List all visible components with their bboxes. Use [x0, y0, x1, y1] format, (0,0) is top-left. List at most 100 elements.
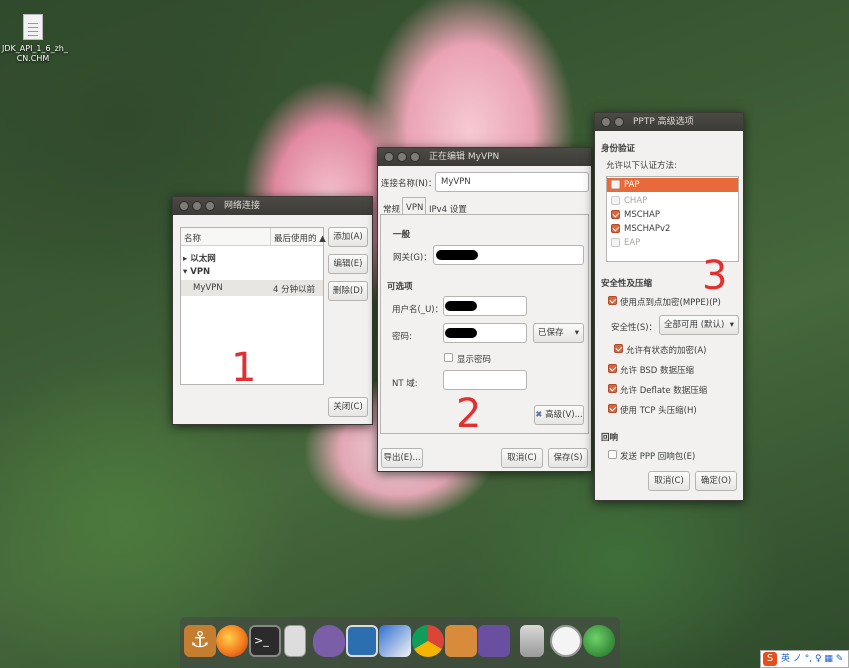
minimize-window-icon[interactable]: [192, 201, 202, 211]
remote-desktop-icon[interactable]: [379, 625, 411, 657]
pidgin-icon[interactable]: [313, 625, 345, 657]
stateful-encryption-checkbox[interactable]: [614, 344, 623, 353]
username-label: 用户名(_U)：: [392, 305, 444, 315]
pap-checkbox[interactable]: [611, 180, 620, 189]
connection-name: MyVPN: [193, 283, 223, 293]
input-method-tray[interactable]: S 英 ノ °, ♀ ▦ ✎: [760, 650, 849, 668]
ppp-echo-checkbox[interactable]: [608, 450, 617, 459]
mppe-checkbox[interactable]: [608, 296, 617, 305]
titlebar[interactable]: PPTP 高级选项: [595, 113, 743, 131]
network-connections-window: 网络连接 名称 最后使用的 ▲ ▸ 以太网 ▾ VPN MyVPN 4 分钟以前…: [172, 196, 373, 425]
close-button[interactable]: 关闭(C): [328, 397, 368, 417]
chap-checkbox[interactable]: [611, 196, 620, 205]
trash-icon[interactable]: [520, 625, 544, 657]
maximize-window-icon[interactable]: [410, 152, 420, 162]
clock-icon[interactable]: [550, 625, 582, 657]
tcp-header-compression-label: 使用 TCP 头压缩(H): [620, 406, 697, 416]
document-icon: [23, 14, 43, 40]
security-heading: 安全性及压缩: [601, 279, 653, 289]
firefox-icon[interactable]: [216, 625, 248, 657]
list-item[interactable]: MyVPN 4 分钟以前: [181, 280, 323, 296]
show-password-label: 显示密码: [457, 355, 492, 365]
deflate-compression-label: 允许 Deflate 数据压缩: [620, 386, 708, 396]
nt-domain-label: NT 域:: [392, 379, 418, 389]
edit-vpn-window: 正在编辑 MyVPN 连接名称(N)： MyVPN 常规 VPN IPv4 设置…: [377, 147, 592, 472]
desktop-file-label: JDK_API_1_6_zh_ CN.CHM: [2, 44, 68, 63]
terminal-icon[interactable]: >_: [249, 625, 281, 657]
stateful-encryption-label: 允许有状态的加密(A): [626, 346, 707, 356]
pptp-advanced-window: PPTP 高级选项 身份验证 允许以下认证方法: PAP CHAP MSCHAP…: [594, 112, 744, 501]
connection-name-input[interactable]: MyVPN: [435, 172, 589, 192]
annotation-number-1: 1: [231, 345, 257, 391]
auth-method-list[interactable]: PAP CHAP MSCHAP MSCHAPv2 EAP: [606, 176, 739, 262]
eap-checkbox[interactable]: [611, 238, 620, 247]
window-title: 网络连接: [224, 201, 261, 211]
cancel-button[interactable]: 取消(C): [501, 448, 543, 468]
list-item[interactable]: PAP: [607, 178, 738, 192]
file-manager-icon[interactable]: [445, 625, 477, 657]
close-window-icon[interactable]: [179, 201, 189, 211]
window-title: PPTP 高级选项: [633, 117, 694, 127]
speaker-icon[interactable]: [284, 625, 306, 657]
window-title: 正在编辑 MyVPN: [429, 152, 500, 162]
password-storage-select[interactable]: 已保存 ▾: [533, 323, 584, 343]
tab-vpn[interactable]: VPN: [402, 197, 426, 215]
desktop-file-icon[interactable]: JDK_API_1_6_zh_ CN.CHM: [2, 14, 68, 64]
chrome-icon[interactable]: [412, 625, 444, 657]
nt-domain-input[interactable]: [443, 370, 527, 390]
redacted-username: [445, 301, 477, 311]
close-window-icon[interactable]: [601, 117, 611, 127]
list-header: 名称 最后使用的 ▲: [181, 228, 326, 246]
mschapv2-checkbox[interactable]: [611, 224, 620, 233]
minimize-window-icon[interactable]: [614, 117, 624, 127]
save-button[interactable]: 保存(S): [548, 448, 588, 468]
list-item: CHAP: [624, 196, 648, 206]
connection-name-label: 连接名称(N)：: [381, 179, 437, 189]
titlebar[interactable]: 网络连接: [173, 197, 372, 215]
deflate-compression-checkbox[interactable]: [608, 384, 617, 393]
security-label: 安全性(S)：: [611, 323, 658, 333]
password-label: 密码:: [392, 332, 412, 342]
minimize-window-icon[interactable]: [397, 152, 407, 162]
gateway-label: 网关(G)：: [393, 253, 432, 263]
auth-description: 允许以下认证方法:: [606, 161, 677, 171]
titlebar[interactable]: 正在编辑 MyVPN: [378, 148, 591, 166]
optional-heading: 可选项: [387, 282, 413, 292]
anchor-icon[interactable]: ⚓: [184, 625, 216, 657]
annotation-number-2: 2: [456, 391, 482, 437]
auth-heading: 身份验证: [601, 144, 636, 154]
edit-button[interactable]: 编辑(E): [328, 254, 368, 274]
general-heading: 一般: [393, 230, 411, 240]
group-ethernet[interactable]: ▸ 以太网: [183, 252, 216, 264]
list-item: MSCHAPv2: [624, 224, 671, 234]
chevron-down-icon: ▾: [729, 320, 734, 330]
tray-status: 英 ノ °, ♀ ▦ ✎: [781, 654, 844, 664]
show-password-checkbox[interactable]: [444, 353, 453, 362]
add-button[interactable]: 添加(A): [328, 227, 368, 247]
advanced-button[interactable]: ✖ 高级(V)...: [534, 405, 584, 425]
globe-icon[interactable]: [583, 625, 615, 657]
sogou-logo-icon: S: [763, 652, 777, 666]
connection-last-used: 4 分钟以前: [273, 285, 316, 295]
list-item: EAP: [624, 238, 641, 248]
column-name-header[interactable]: 名称: [184, 232, 201, 244]
close-window-icon[interactable]: [384, 152, 394, 162]
cancel-button[interactable]: 取消(C): [648, 471, 690, 491]
maximize-window-icon[interactable]: [205, 201, 215, 211]
bsd-compression-checkbox[interactable]: [608, 364, 617, 373]
mschap-checkbox[interactable]: [611, 210, 620, 219]
workspace-switcher-icon[interactable]: [478, 625, 510, 657]
column-last-used-header[interactable]: 最后使用的 ▲: [274, 232, 326, 244]
tcp-header-compression-checkbox[interactable]: [608, 404, 617, 413]
tools-icon: ✖: [535, 410, 543, 420]
redacted-gateway: [436, 250, 478, 260]
export-button[interactable]: 导出(E)...: [381, 448, 423, 468]
echo-heading: 回响: [601, 433, 619, 443]
system-monitor-icon[interactable]: [346, 625, 378, 657]
security-select[interactable]: 全部可用 (默认) ▾: [659, 315, 739, 335]
delete-button[interactable]: 删除(D): [328, 281, 368, 301]
ppp-echo-label: 发送 PPP 回响包(E): [620, 452, 696, 462]
group-vpn[interactable]: ▾ VPN: [183, 267, 210, 277]
bsd-compression-label: 允许 BSD 数据压缩: [620, 366, 695, 376]
ok-button[interactable]: 确定(O): [695, 471, 737, 491]
